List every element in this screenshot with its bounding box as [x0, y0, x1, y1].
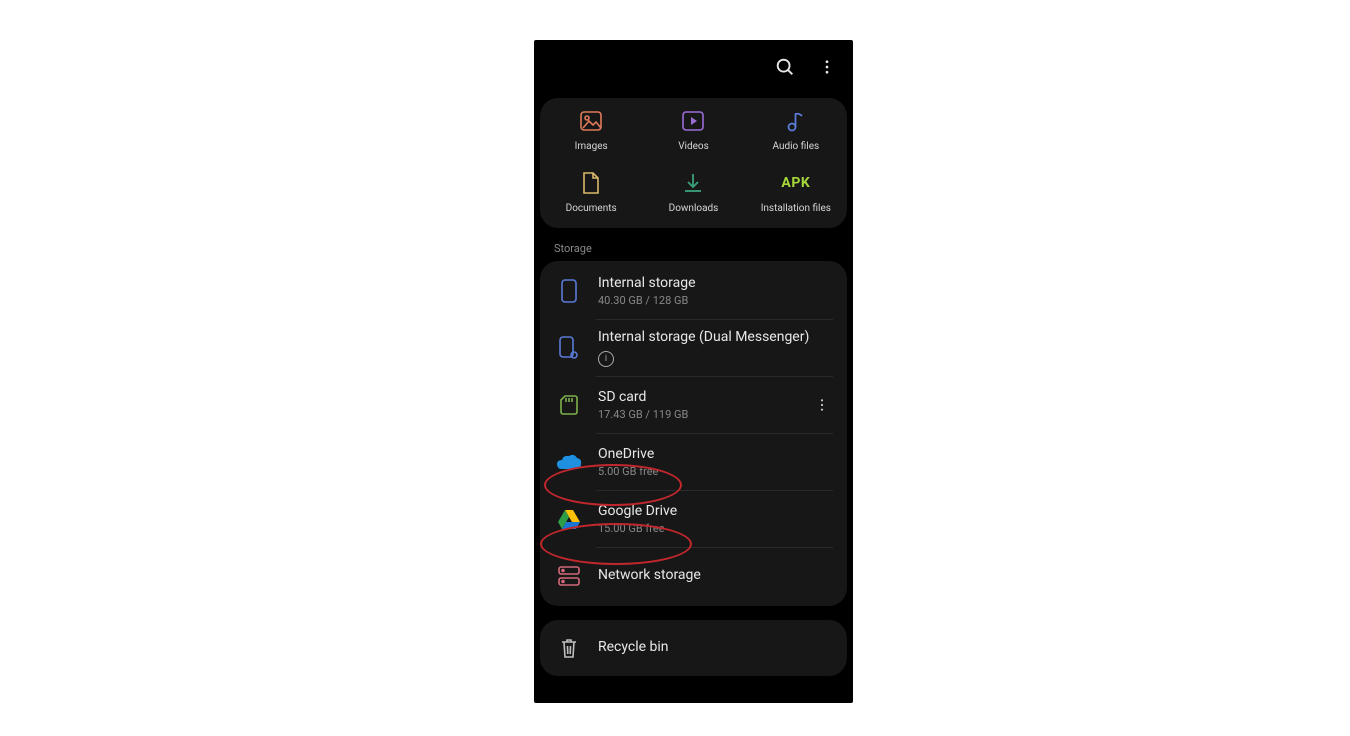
- row-text: Internal storage 40.30 GB / 128 GB: [598, 275, 833, 307]
- onedrive-icon: [554, 447, 584, 477]
- storage-internal[interactable]: Internal storage 40.30 GB / 128 GB: [540, 263, 847, 319]
- more-options-icon[interactable]: [813, 53, 841, 81]
- row-sub: 5.00 GB free: [598, 465, 833, 478]
- network-storage-icon: [554, 561, 584, 591]
- row-text: SD card 17.43 GB / 119 GB: [598, 389, 811, 421]
- row-title: Internal storage: [598, 275, 833, 293]
- phone-icon: [554, 276, 584, 306]
- category-videos[interactable]: Videos: [642, 108, 744, 152]
- storage-network[interactable]: Network storage: [540, 548, 847, 604]
- category-downloads[interactable]: Downloads: [642, 170, 744, 214]
- recycle-card: Recycle bin: [540, 620, 847, 676]
- row-text: Network storage: [598, 567, 833, 585]
- category-documents[interactable]: Documents: [540, 170, 642, 214]
- row-sub: i: [598, 348, 833, 367]
- storage-google-drive[interactable]: Google Drive 15.00 GB free: [540, 491, 847, 547]
- category-label: Audio files: [772, 141, 819, 152]
- row-sub: 17.43 GB / 119 GB: [598, 408, 811, 421]
- apk-icon: APK: [783, 170, 809, 196]
- google-drive-icon: [554, 504, 584, 534]
- recycle-bin[interactable]: Recycle bin: [540, 620, 847, 676]
- storage-card: Internal storage 40.30 GB / 128 GB Inter…: [540, 261, 847, 606]
- trash-icon: [554, 633, 584, 663]
- row-title: Recycle bin: [598, 639, 833, 657]
- images-icon: [578, 108, 604, 134]
- phone-dual-icon: [554, 333, 584, 363]
- row-sub: 15.00 GB free: [598, 522, 833, 535]
- videos-icon: [680, 108, 706, 134]
- category-label: Images: [575, 141, 608, 152]
- row-title: Internal storage (Dual Messenger): [598, 329, 833, 347]
- category-label: Downloads: [669, 203, 719, 214]
- categories-grid: Images Videos Audio fi: [540, 108, 847, 214]
- storage-onedrive[interactable]: OneDrive 5.00 GB free: [540, 434, 847, 490]
- sdcard-more-icon[interactable]: [811, 394, 833, 416]
- sdcard-icon: [554, 390, 584, 420]
- row-text: Google Drive 15.00 GB free: [598, 503, 833, 535]
- row-text: Recycle bin: [598, 639, 833, 657]
- storage-internal-dual[interactable]: Internal storage (Dual Messenger) i: [540, 320, 847, 376]
- category-label: Installation files: [761, 203, 831, 214]
- row-text: OneDrive 5.00 GB free: [598, 446, 833, 478]
- category-installation-files[interactable]: APK Installation files: [745, 170, 847, 214]
- storage-section-label: Storage: [554, 242, 853, 255]
- categories-card: Images Videos Audio fi: [540, 98, 847, 228]
- row-text: Internal storage (Dual Messenger) i: [598, 329, 833, 367]
- storage-sdcard[interactable]: SD card 17.43 GB / 119 GB: [540, 377, 847, 433]
- row-sub: 40.30 GB / 128 GB: [598, 294, 833, 307]
- myfiles-screen: Images Videos Audio fi: [534, 40, 853, 703]
- category-audio[interactable]: Audio files: [745, 108, 847, 152]
- category-label: Documents: [566, 203, 617, 214]
- category-images[interactable]: Images: [540, 108, 642, 152]
- search-icon[interactable]: [771, 53, 799, 81]
- downloads-icon: [680, 170, 706, 196]
- top-bar: [534, 40, 853, 94]
- info-icon: i: [598, 351, 614, 367]
- audio-icon: [783, 108, 809, 134]
- documents-icon: [578, 170, 604, 196]
- category-label: Videos: [678, 141, 709, 152]
- row-title: Google Drive: [598, 503, 833, 521]
- row-title: SD card: [598, 389, 811, 407]
- row-title: OneDrive: [598, 446, 833, 464]
- row-title: Network storage: [598, 567, 833, 585]
